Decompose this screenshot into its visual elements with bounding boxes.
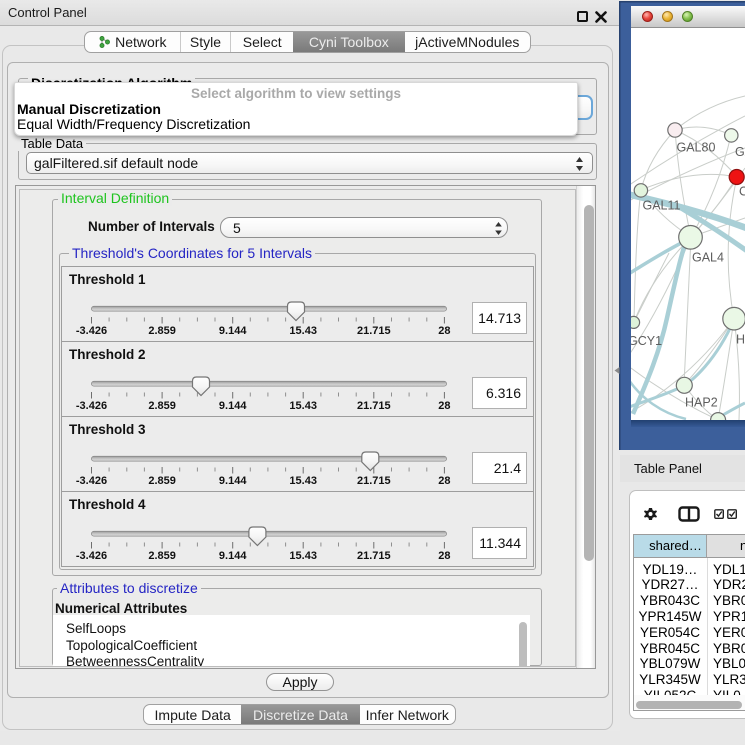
- svg-text:21.715: 21.715: [357, 400, 391, 412]
- svg-text:2.859: 2.859: [148, 400, 176, 412]
- svg-text:-3.426: -3.426: [76, 550, 107, 562]
- svg-text:15.43: 15.43: [289, 400, 317, 412]
- svg-text:2.859: 2.859: [148, 475, 176, 487]
- svg-text:H: H: [736, 333, 745, 347]
- svg-text:9.144: 9.144: [219, 400, 247, 412]
- svg-text:GA: GA: [735, 145, 745, 159]
- svg-text:15.43: 15.43: [289, 325, 317, 337]
- svg-text:15.43: 15.43: [289, 475, 317, 487]
- svg-text:28: 28: [438, 325, 450, 337]
- svg-text:GAL80: GAL80: [677, 141, 716, 155]
- svg-text:HAP2: HAP2: [685, 396, 718, 410]
- svg-text:28: 28: [438, 400, 450, 412]
- svg-text:21.715: 21.715: [357, 325, 391, 337]
- svg-text:21.715: 21.715: [357, 550, 391, 562]
- svg-text:9.144: 9.144: [219, 325, 247, 337]
- svg-text:-3.426: -3.426: [76, 475, 107, 487]
- svg-text:28: 28: [438, 550, 450, 562]
- svg-text:21.715: 21.715: [357, 475, 391, 487]
- svg-text:2.859: 2.859: [148, 550, 176, 562]
- svg-text:GAL11: GAL11: [643, 199, 681, 213]
- svg-text:15.43: 15.43: [289, 550, 317, 562]
- svg-text:9.144: 9.144: [219, 475, 247, 487]
- svg-text:GAL4: GAL4: [692, 251, 724, 265]
- svg-text:-3.426: -3.426: [76, 325, 107, 337]
- svg-text:2.859: 2.859: [148, 325, 176, 337]
- svg-text:28: 28: [438, 475, 450, 487]
- svg-text:9.144: 9.144: [219, 550, 247, 562]
- svg-text:C: C: [739, 185, 745, 199]
- svg-text:GCY1: GCY1: [631, 334, 662, 348]
- svg-text:-3.426: -3.426: [76, 400, 107, 412]
